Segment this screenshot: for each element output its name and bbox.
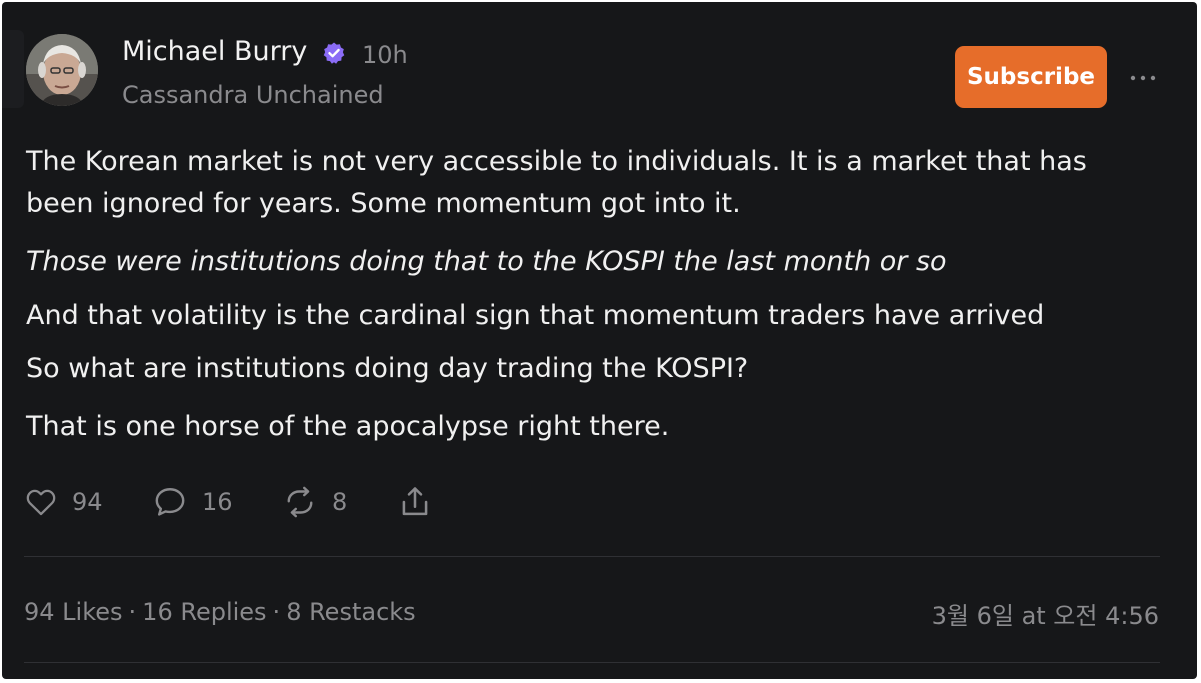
publication-name[interactable]: Cassandra Unchained: [122, 77, 384, 113]
separator: ·: [128, 598, 137, 626]
left-panel-edge: [2, 30, 24, 108]
separator: ·: [272, 598, 281, 626]
subscribe-button[interactable]: Subscribe: [955, 46, 1107, 108]
post-timestamp: 3월 6일 at 오전 4:56: [931, 602, 1159, 630]
restacks-link[interactable]: 8 Restacks: [286, 598, 415, 626]
divider: [24, 556, 1160, 557]
post-paragraph: The Korean market is not very accessible…: [26, 146, 1087, 177]
restack-icon: [287, 486, 313, 518]
share-icon: [402, 487, 428, 516]
author-avatar[interactable]: [26, 34, 98, 106]
likes-link[interactable]: 94 Likes: [24, 598, 123, 626]
person-avatar-icon: [26, 34, 98, 106]
divider: [24, 662, 1160, 663]
verified-badge-icon: [323, 42, 345, 64]
replies-link[interactable]: 16 Replies: [142, 598, 266, 626]
share-button[interactable]: [396, 480, 434, 524]
more-horizontal-icon[interactable]: [1126, 66, 1160, 90]
restack-button[interactable]: 8: [282, 480, 347, 524]
post-card: Michael Burry 10h Cassandra Unchained Su…: [2, 2, 1197, 679]
reply-button[interactable]: 16: [152, 480, 233, 524]
post-paragraph: That is one horse of the apocalypse righ…: [26, 411, 670, 442]
reply-count: 16: [202, 488, 233, 516]
like-button[interactable]: 94: [24, 480, 103, 524]
author-name[interactable]: Michael Burry: [122, 32, 307, 72]
engagement-stats: 94 Likes · 16 Replies · 8 Restacks: [24, 594, 416, 630]
post-paragraph: And that volatility is the cardinal sign…: [26, 300, 1045, 331]
like-count: 94: [72, 488, 103, 516]
post-time: 10h: [362, 41, 408, 69]
post-paragraph: Those were institutions doing that to th…: [26, 246, 947, 277]
post-paragraph: So what are institutions doing day tradi…: [26, 353, 749, 384]
comment-icon: [155, 488, 185, 516]
post-paragraph: been ignored for years. Some momentum go…: [26, 188, 741, 219]
heart-icon: [26, 489, 56, 516]
restack-count: 8: [332, 488, 348, 516]
